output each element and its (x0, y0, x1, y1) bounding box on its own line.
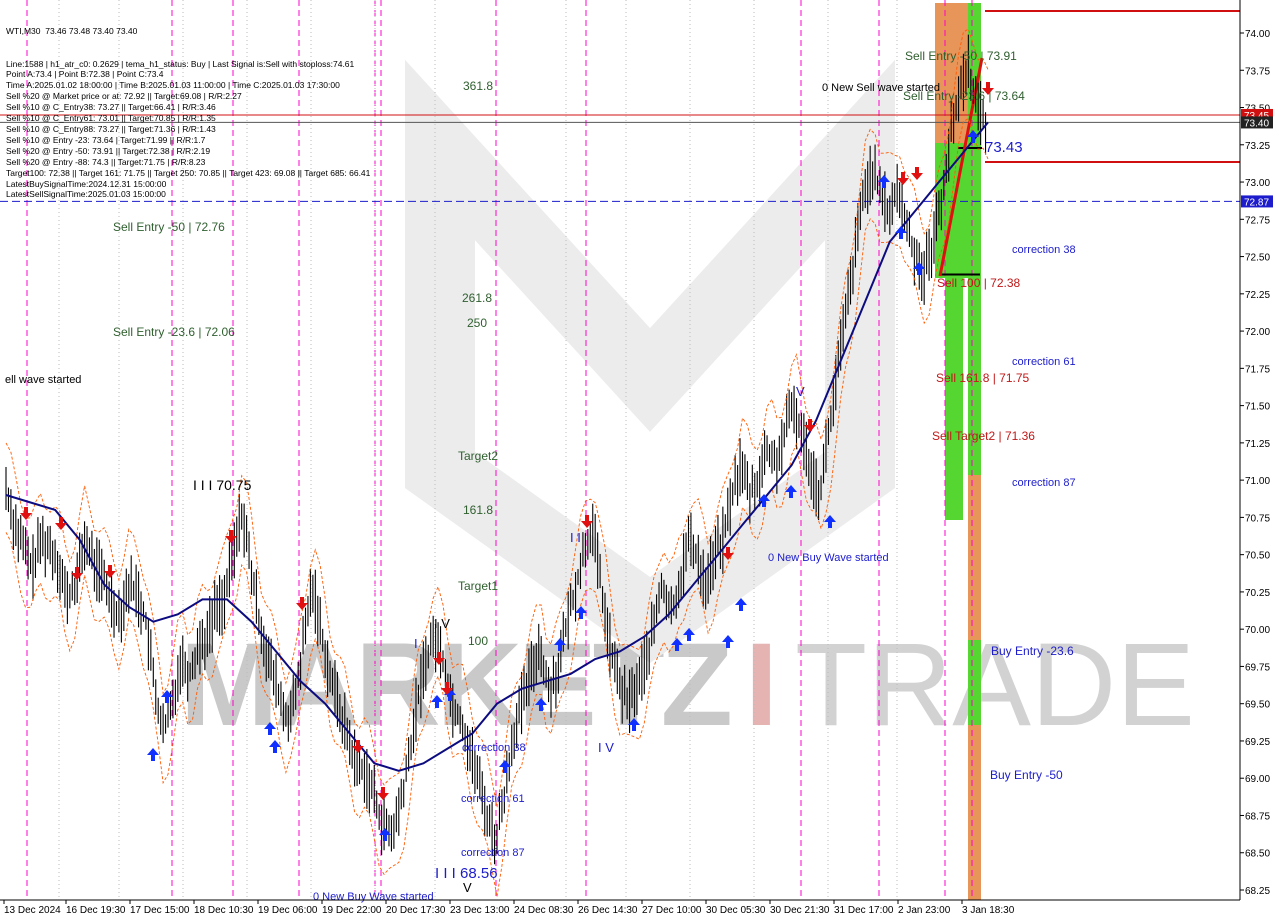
y-tick-label: 71.25 (1245, 439, 1270, 450)
y-tick-label: 70.50 (1245, 551, 1270, 562)
y-tick-label: 70.75 (1245, 513, 1270, 524)
y-tick-label: 69.75 (1245, 662, 1270, 673)
y-tick-label: 72.00 (1245, 327, 1270, 338)
x-tick-label: 17 Dec 15:00 (130, 905, 190, 916)
x-tick-label: 30 Dec 05:30 (706, 905, 766, 916)
y-tick-label: 69.50 (1245, 700, 1270, 711)
overlay-label: correction 87 (1012, 477, 1076, 489)
x-tick-label: 26 Dec 14:30 (578, 905, 638, 916)
y-tick-label: 74.00 (1245, 29, 1270, 40)
overlay-label: Sell Target2 | 71.36 (932, 429, 1035, 443)
x-tick-label: 31 Dec 17:00 (834, 905, 894, 916)
overlay-label: Sell 161.8 | 71.75 (936, 371, 1030, 385)
y-tick-label: 73.00 (1245, 178, 1270, 189)
overlay-label: 0 New Buy Wave started (768, 552, 889, 564)
y-tick-label: 70.00 (1245, 625, 1270, 636)
overlay-label: Buy Entry -50 (990, 768, 1063, 782)
y-tick-label: 72.50 (1245, 253, 1270, 264)
zone-green-4 (968, 640, 981, 725)
y-tick-label: 71.75 (1245, 364, 1270, 375)
y-tick-label: 72.25 (1245, 290, 1270, 301)
y-tick-label: 68.75 (1245, 811, 1270, 822)
price-badge-label: 72.87 (1244, 197, 1269, 208)
x-tick-label: 18 Dec 10:30 (194, 905, 254, 916)
y-tick-label: 73.75 (1245, 66, 1270, 77)
y-tick-label: 68.25 (1245, 886, 1270, 897)
overlay-label: correction 38 (462, 742, 526, 754)
y-tick-label: 69.25 (1245, 737, 1270, 748)
overlay-label: Sell Entry -23.6 | 72.06 (113, 325, 235, 339)
overlay-label: Sell Entry -50 | 73.91 (905, 49, 1017, 63)
x-tick-label: 27 Dec 10:00 (642, 905, 702, 916)
overlay-label: 73.43 (985, 139, 1023, 156)
overlay-label: 250 (467, 316, 487, 330)
chart-background (0, 0, 1280, 920)
y-tick-label: 71.50 (1245, 402, 1270, 413)
x-tick-label: 13 Dec 2024 (4, 905, 61, 916)
overlay-label: V (463, 880, 472, 895)
watermark-mid: I (745, 619, 778, 751)
x-tick-label: 19 Dec 22:00 (322, 905, 382, 916)
overlay-label: 0 New Buy Wave started (313, 891, 434, 903)
overlay-label: I V (598, 740, 614, 755)
chart-root: MARKETZ I TRADE Sell Entry -50 | 72.76 Sell… (0, 0, 1280, 920)
overlay-label: I (414, 636, 418, 651)
x-tick-label: 19 Dec 06:00 (258, 905, 318, 916)
overlay-label: 161.8 (463, 503, 493, 517)
y-tick-label: 71.00 (1245, 476, 1270, 487)
watermark-right: TRADE (795, 619, 1195, 751)
overlay-label: ell wave started (5, 374, 81, 386)
y-tick-label: 68.50 (1245, 849, 1270, 860)
overlay-label: correction 61 (1012, 356, 1076, 368)
y-tick-label: 69.00 (1245, 774, 1270, 785)
overlay-label: I V (434, 616, 450, 631)
y-tick-label: 72.75 (1245, 215, 1270, 226)
chart-svg: MARKETZ I TRADE Sell Entry -50 | 72.76Sell… (0, 0, 1280, 920)
overlay-label: 100 (468, 634, 488, 648)
x-tick-label: 20 Dec 17:30 (386, 905, 446, 916)
overlay-label: I I (570, 530, 581, 545)
overlay-label: 361.8 (463, 79, 493, 93)
price-badge-label: 73.40 (1244, 118, 1269, 129)
overlay-label: 0 New Sell wave started (822, 82, 940, 94)
overlay-label: correction 38 (1012, 244, 1076, 256)
overlay-label: Buy Entry -23.6 (991, 644, 1074, 658)
overlay-label: correction 87 (461, 847, 525, 859)
overlay-label: 261.8 (462, 291, 492, 305)
y-tick-label: 73.25 (1245, 141, 1270, 152)
overlay-label: Sell Entry -50 | 72.76 (113, 220, 225, 234)
overlay-label: correction 61 (461, 793, 525, 805)
x-tick-label: 23 Dec 13:00 (450, 905, 510, 916)
y-tick-label: 70.25 (1245, 588, 1270, 599)
overlay-label: Target2 (458, 449, 498, 463)
overlay-label: I I I 70.75 (193, 477, 252, 493)
x-tick-label: 30 Dec 21:30 (770, 905, 830, 916)
overlay-label: Sell 100 | 72.38 (937, 276, 1021, 290)
overlay-label: V (796, 384, 805, 399)
overlay-label: Target1 (458, 579, 498, 593)
zone-green-2 (945, 278, 963, 520)
x-tick-label: 3 Jan 18:30 (962, 905, 1015, 916)
x-tick-label: 24 Dec 08:30 (514, 905, 574, 916)
x-tick-label: 16 Dec 19:30 (66, 905, 126, 916)
x-tick-label: 2 Jan 23:00 (898, 905, 951, 916)
